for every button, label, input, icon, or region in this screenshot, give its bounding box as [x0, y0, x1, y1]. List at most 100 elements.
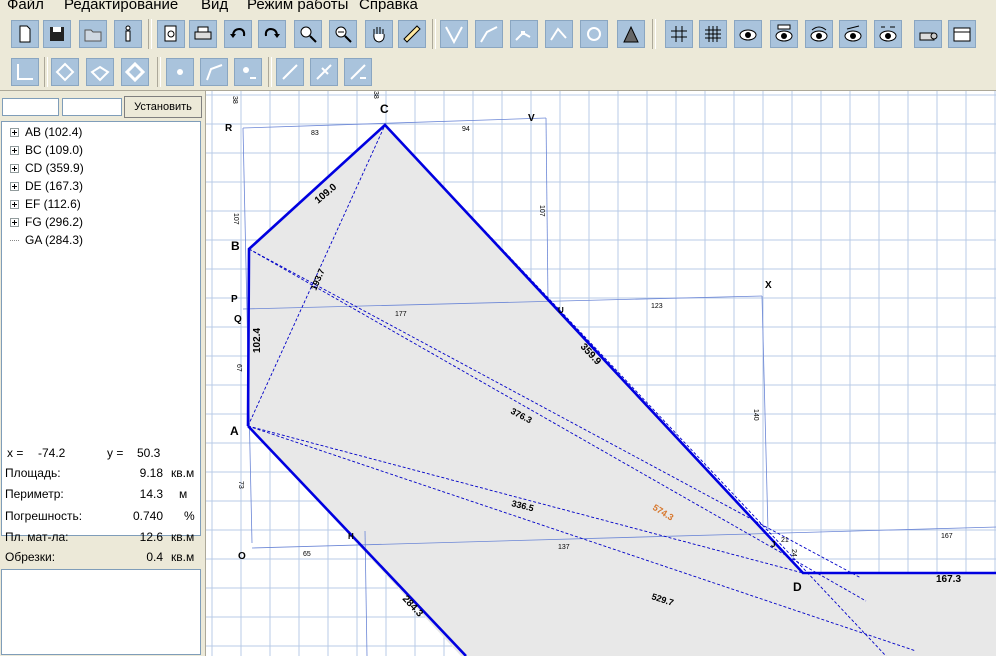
- tree-item[interactable]: AB (102.4): [10, 124, 82, 140]
- y-label: y =: [107, 446, 124, 460]
- save-button[interactable]: [43, 20, 71, 48]
- point-button[interactable]: [166, 58, 194, 86]
- material-area-label: Пл. мат-ла:: [5, 530, 69, 544]
- input-first[interactable]: [2, 98, 59, 116]
- tree-leaf-icon: [10, 240, 19, 242]
- pan-button[interactable]: [365, 20, 393, 48]
- menu-edit[interactable]: Редактирование: [64, 0, 178, 13]
- dim-label: 65: [303, 551, 311, 558]
- expand-icon[interactable]: [10, 218, 19, 227]
- tree-item[interactable]: DE (167.3): [10, 178, 83, 194]
- toolbar-separator: [157, 57, 161, 87]
- edit-nodes-button[interactable]: [510, 20, 538, 48]
- dim-label: 73: [237, 481, 244, 489]
- roll-button[interactable]: [914, 20, 942, 48]
- eye-dimensions-button[interactable]: [770, 20, 798, 48]
- rotate-button[interactable]: [580, 20, 608, 48]
- draw-polyline-button[interactable]: [475, 20, 503, 48]
- save-icon: [50, 27, 64, 41]
- point-move-button[interactable]: [234, 58, 262, 86]
- tree-item-label: GA (284.3): [25, 233, 84, 247]
- grid-button[interactable]: [665, 20, 693, 48]
- tree-item[interactable]: EF (112.6): [10, 196, 81, 212]
- edge-label-ab: 102.4: [252, 328, 263, 353]
- menu-bar: Файл Редактирование Вид Режим работы Спр…: [0, 0, 996, 14]
- angle-button[interactable]: [11, 58, 39, 86]
- roll-icon: [919, 32, 938, 41]
- draw-lines-button[interactable]: [440, 20, 468, 48]
- tree-item[interactable]: GA (284.3): [10, 232, 83, 248]
- move-nodes-button[interactable]: [545, 20, 573, 48]
- shape-fill: [248, 125, 996, 656]
- line-button[interactable]: [276, 58, 304, 86]
- angle-icon: [17, 64, 33, 80]
- print-button[interactable]: [189, 20, 217, 48]
- corner-button[interactable]: [200, 58, 228, 86]
- area-unit: кв.м: [171, 466, 195, 480]
- line-icon: [282, 64, 298, 80]
- menu-file[interactable]: Файл: [7, 0, 44, 13]
- tree-item[interactable]: FG (296.2): [10, 214, 83, 230]
- toolbar-separator: [44, 57, 48, 87]
- toolbar-separator: [148, 19, 152, 49]
- eye-numbers-button[interactable]: [874, 20, 902, 48]
- drawing-svg[interactable]: A B C D R V X P Q O J U H 102.4 109.0 35…: [206, 91, 996, 656]
- aux-label-o: O: [238, 551, 246, 562]
- eye-icon: [739, 29, 757, 41]
- open-button[interactable]: [79, 20, 107, 48]
- tree-item[interactable]: CD (359.9): [10, 160, 84, 176]
- zoom-out-button[interactable]: [329, 20, 357, 48]
- expand-icon[interactable]: [10, 182, 19, 191]
- menu-mode[interactable]: Режим работы: [247, 0, 348, 13]
- toolbar-separator: [432, 19, 436, 49]
- menu-view[interactable]: Вид: [201, 0, 228, 13]
- ruler-button[interactable]: [398, 20, 426, 48]
- tree-item-label: EF (112.6): [25, 197, 81, 211]
- expand-icon[interactable]: [10, 146, 19, 155]
- x-value: -74.2: [38, 446, 66, 460]
- fill-button[interactable]: [617, 20, 645, 48]
- redo-button[interactable]: [258, 20, 286, 48]
- new-button[interactable]: [11, 20, 39, 48]
- expand-icon[interactable]: [10, 164, 19, 173]
- info-button[interactable]: [114, 20, 142, 48]
- menu-help[interactable]: Справка: [359, 0, 418, 13]
- diamond-notch-button[interactable]: [86, 58, 114, 86]
- notes-box[interactable]: [1, 569, 201, 655]
- edit-nodes-icon: [515, 31, 531, 41]
- y-value: 50.3: [137, 446, 161, 460]
- drawing-canvas[interactable]: A B C D R V X P Q O J U H 102.4 109.0 35…: [205, 91, 996, 656]
- line-edit-button[interactable]: [344, 58, 372, 86]
- scraps-label: Обрезки:: [5, 550, 56, 564]
- eye-button[interactable]: [734, 20, 762, 48]
- point-label-c: C: [380, 102, 389, 116]
- expand-icon[interactable]: [10, 128, 19, 137]
- move-nodes-icon: [550, 27, 567, 41]
- hand-pan-icon: [373, 27, 385, 43]
- edge-label-de: 167.3: [936, 574, 961, 585]
- eye-lines-button[interactable]: [839, 20, 867, 48]
- tree-item[interactable]: BC (109.0): [10, 142, 83, 158]
- set-button[interactable]: Установить: [124, 96, 202, 118]
- point-label-a: A: [230, 424, 239, 438]
- calculator-button[interactable]: [948, 20, 976, 48]
- toolbar-separator: [268, 57, 272, 87]
- preview-icon: [164, 25, 177, 42]
- undo-button[interactable]: [224, 20, 252, 48]
- zoom-out-icon: [335, 26, 352, 43]
- input-second[interactable]: [62, 98, 122, 116]
- perimeter-label: Периметр:: [5, 487, 64, 501]
- eye-arc-button[interactable]: [805, 20, 833, 48]
- toolbar-separator: [652, 19, 656, 49]
- line-split-button[interactable]: [310, 58, 338, 86]
- dim-label: 167: [941, 533, 953, 540]
- expand-icon[interactable]: [10, 200, 19, 209]
- grid-fine-button[interactable]: [699, 20, 727, 48]
- zoom-in-button[interactable]: [294, 20, 322, 48]
- dim-label: 123: [651, 303, 663, 310]
- preview-button[interactable]: [157, 20, 185, 48]
- diamond-outline-button[interactable]: [121, 58, 149, 86]
- dim-label: 94: [462, 126, 470, 133]
- diamond-button[interactable]: [51, 58, 79, 86]
- eye-numbers-icon: [879, 26, 897, 42]
